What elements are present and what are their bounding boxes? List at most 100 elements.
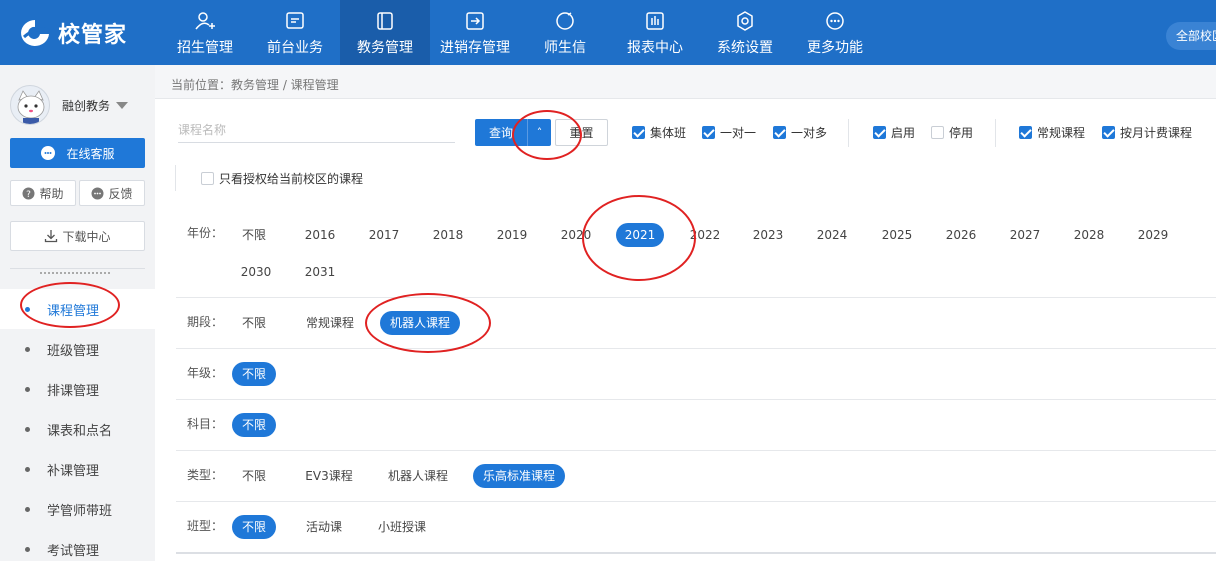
row-divider <box>176 399 1216 400</box>
filter-label-subject: 科目： <box>187 417 224 431</box>
sidebar-item-scheduling[interactable]: 排课管理 <box>0 369 155 409</box>
row-divider <box>176 501 1216 502</box>
year-option[interactable]: 2016 <box>297 223 343 247</box>
user-profile[interactable]: 融创教务 <box>10 85 129 125</box>
filter-label-year: 年份： <box>187 226 224 240</box>
checkbox[interactable] <box>931 126 944 139</box>
sidebar-item-exams[interactable]: 考试管理 <box>0 529 155 569</box>
term-option[interactable]: 常规课程 <box>297 311 363 335</box>
nav-item-reports[interactable]: 报表中心 <box>610 0 700 65</box>
chevron-up-icon[interactable]: ˄ <box>527 119 551 146</box>
checkbox-one-on-one[interactable]: 一对一 <box>702 124 756 141</box>
year-option[interactable]: 2025 <box>874 223 920 247</box>
download-center-button[interactable]: 下载中心 <box>10 221 145 251</box>
class-type-option[interactable]: 活动课 <box>297 515 351 539</box>
checkbox[interactable] <box>201 171 214 185</box>
feedback-icon <box>91 187 104 200</box>
year-option[interactable]: 2030 <box>233 260 279 284</box>
year-option[interactable]: 2023 <box>745 223 791 247</box>
year-option[interactable]: 2024 <box>809 223 855 247</box>
checkbox[interactable] <box>873 126 886 139</box>
query-button-label: 查询 <box>488 126 513 140</box>
year-option-selected[interactable]: 2021 <box>616 223 664 247</box>
year-option[interactable]: 2031 <box>297 260 343 284</box>
sidebar-item-label: 班级管理 <box>47 343 100 359</box>
sidebar-item-class-management[interactable]: 班级管理 <box>0 329 155 369</box>
reset-button[interactable]: 重置 <box>555 119 608 146</box>
sidebar-item-course-management[interactable]: 课程管理 <box>0 289 155 329</box>
help-button[interactable]: ? 帮助 <box>10 180 76 206</box>
nav-item-academic[interactable]: 教务管理 <box>340 0 430 65</box>
row-divider <box>176 450 1216 451</box>
type-option[interactable]: 机器人课程 <box>380 464 456 488</box>
main-nav: 招生管理 前台业务 教务管理 进销存管理 师生信 报表中心 系统设置 更多功能 <box>160 0 880 65</box>
nav-item-settings[interactable]: 系统设置 <box>700 0 790 65</box>
nav-label: 报表中心 <box>627 40 683 56</box>
checkbox[interactable] <box>773 126 786 139</box>
only-authorized-checkbox[interactable]: 只看授权给当前校区的课程 <box>175 165 363 191</box>
nav-item-recruitment[interactable]: 招生管理 <box>160 0 250 65</box>
sidebar-item-tutor-classes[interactable]: 学管师带班 <box>0 489 155 529</box>
year-option[interactable]: 2026 <box>938 223 984 247</box>
nav-item-inventory[interactable]: 进销存管理 <box>430 0 520 65</box>
nav-label: 师生信 <box>544 40 586 56</box>
online-service-button[interactable]: 在线客服 <box>10 138 145 168</box>
grade-option-selected[interactable]: 不限 <box>232 362 276 386</box>
course-name-search-input[interactable] <box>178 118 455 143</box>
subject-option-selected[interactable]: 不限 <box>232 413 276 437</box>
year-option[interactable]: 2018 <box>425 223 471 247</box>
checkbox-label: 一对一 <box>720 126 757 140</box>
term-option[interactable]: 不限 <box>232 311 276 335</box>
app-logo[interactable]: 校管家 <box>18 17 127 49</box>
sidebar-item-label: 课程管理 <box>47 303 100 319</box>
checkbox-regular-course[interactable]: 常规课程 <box>1019 124 1085 141</box>
type-option[interactable]: 不限 <box>232 464 276 488</box>
checkbox-enabled[interactable]: 启用 <box>873 124 915 141</box>
year-option[interactable]: 2027 <box>1002 223 1048 247</box>
year-option[interactable]: 2022 <box>682 223 728 247</box>
type-option-selected[interactable]: 乐高标准课程 <box>473 464 565 488</box>
checkbox[interactable] <box>632 126 645 139</box>
logo-text: 校管家 <box>58 23 128 48</box>
year-option[interactable]: 2029 <box>1130 223 1176 247</box>
sidebar-item-makeup-classes[interactable]: 补课管理 <box>0 449 155 489</box>
class-type-option[interactable]: 小班授课 <box>371 515 433 539</box>
class-type-option-selected[interactable]: 不限 <box>232 515 276 539</box>
nav-item-front-desk[interactable]: 前台业务 <box>250 0 340 65</box>
bullet-icon <box>25 546 30 552</box>
gear-icon <box>734 10 756 32</box>
year-option[interactable]: 不限 <box>232 223 276 247</box>
sidebar-item-timetable-rollcall[interactable]: 课表和点名 <box>0 409 155 449</box>
year-option[interactable]: 2028 <box>1066 223 1112 247</box>
bullet-icon <box>25 306 30 312</box>
checkbox[interactable] <box>1019 126 1032 139</box>
chat-icon <box>554 10 576 32</box>
type-option[interactable]: EV3课程 <box>297 464 361 488</box>
query-button[interactable]: 查询 ˄ <box>475 119 551 146</box>
checkbox-monthly-billing[interactable]: 按月计费课程 <box>1102 124 1192 141</box>
feedback-button[interactable]: 反馈 <box>79 180 145 206</box>
online-service-label: 在线客服 <box>66 146 115 161</box>
checkbox-one-to-many[interactable]: 一对多 <box>773 124 827 141</box>
year-option[interactable]: 2017 <box>361 223 407 247</box>
year-option[interactable]: 2019 <box>489 223 535 247</box>
checkbox-disabled[interactable]: 停用 <box>931 124 973 141</box>
term-option-selected[interactable]: 机器人课程 <box>380 311 460 335</box>
nav-item-more[interactable]: 更多功能 <box>790 0 880 65</box>
year-option[interactable]: 2020 <box>553 223 599 247</box>
logo-icon <box>18 18 52 48</box>
feedback-label: 反馈 <box>108 186 133 201</box>
person-add-icon <box>194 10 216 32</box>
campus-selector[interactable]: 全部校区 <box>1166 22 1216 50</box>
row-divider <box>176 552 1216 554</box>
checkbox-label: 只看授权给当前校区的课程 <box>219 171 364 186</box>
nav-item-messages[interactable]: 师生信 <box>520 0 610 65</box>
checkbox[interactable] <box>1102 126 1115 139</box>
top-nav-bar: 校管家 招生管理 前台业务 教务管理 进销存管理 师生信 报表中心 系统设置 更… <box>0 0 1216 65</box>
book-icon <box>374 10 396 32</box>
nav-label: 进销存管理 <box>440 40 510 56</box>
nav-label: 教务管理 <box>357 40 413 56</box>
checkbox-group-class[interactable]: 集体班 <box>632 124 686 141</box>
checkbox[interactable] <box>702 126 715 139</box>
sidebar: 融创教务 在线客服 ? 帮助 反馈 下载中心 课程管理 班级管理 排课管理 课表… <box>0 65 155 561</box>
